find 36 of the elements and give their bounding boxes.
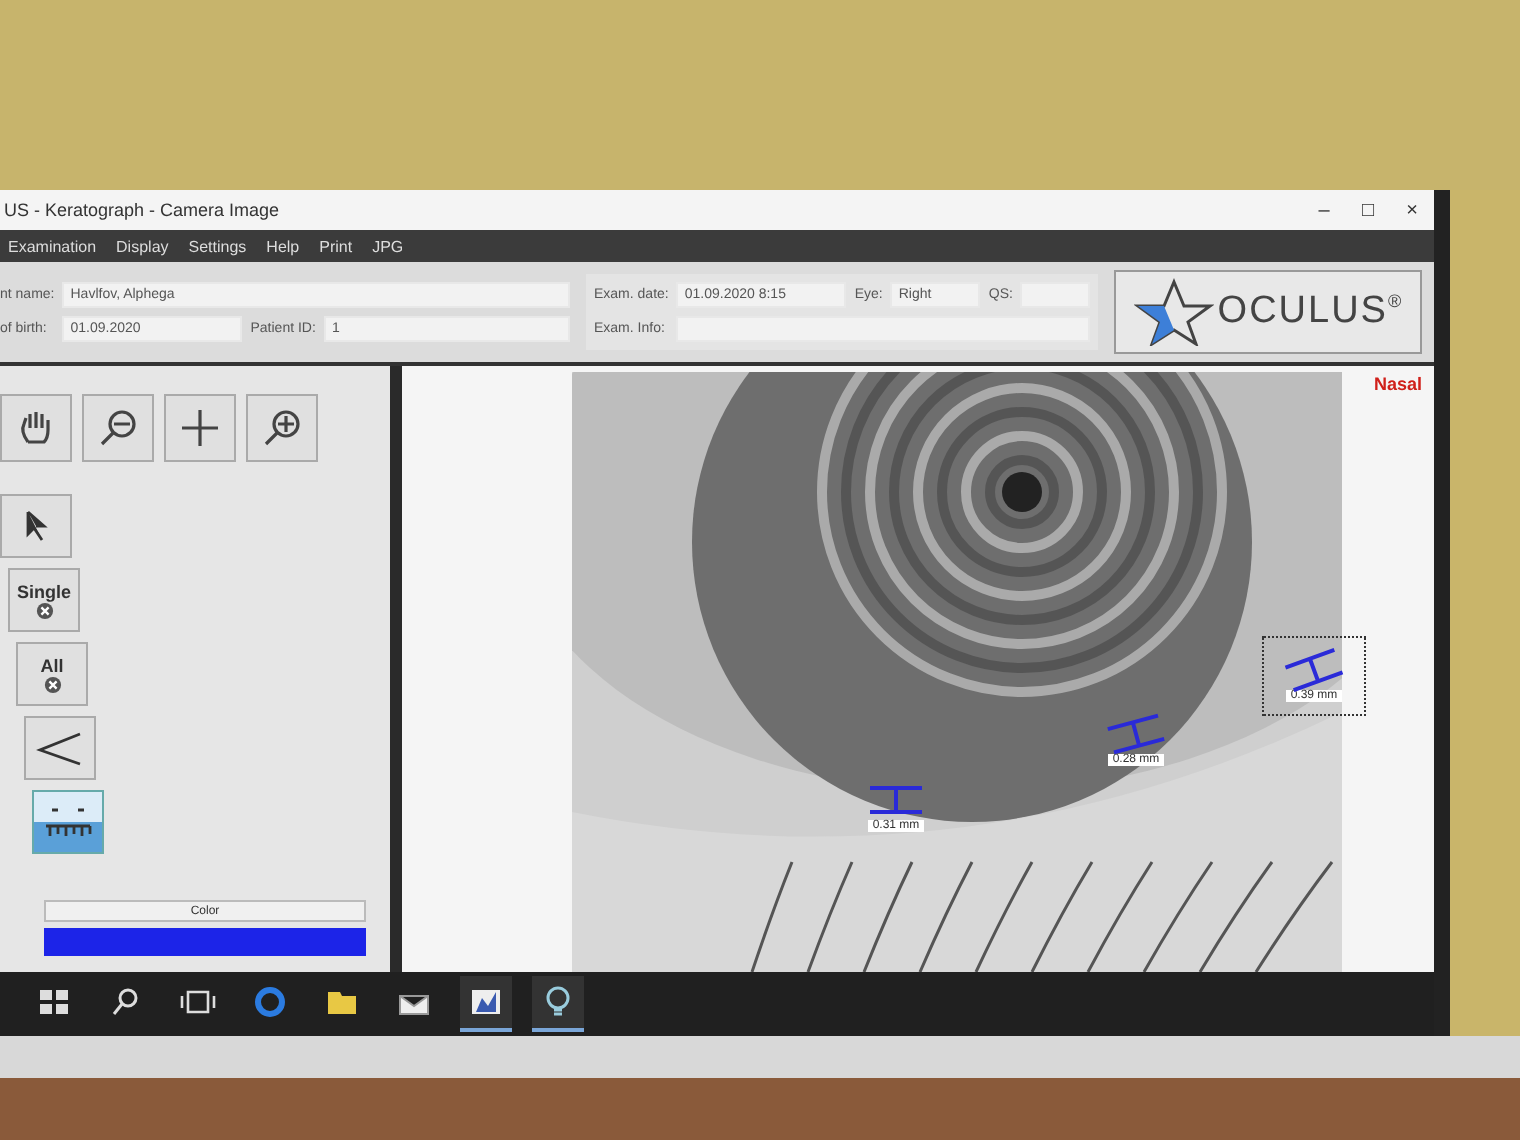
pointer-button[interactable]	[0, 494, 72, 558]
menu-item[interactable]: Help	[266, 237, 300, 255]
side-label: Nasal	[1373, 374, 1422, 394]
zoom-in-icon	[260, 406, 304, 450]
zoom-out-icon	[96, 406, 140, 450]
star-logo-icon	[1133, 278, 1214, 346]
task-view-icon	[180, 986, 216, 1018]
folder-icon	[324, 986, 360, 1018]
zoom-out-button[interactable]	[82, 394, 154, 462]
taskbar-button[interactable]	[460, 976, 512, 1032]
zoom-in-button[interactable]	[246, 394, 318, 462]
window-control-button[interactable]: ×	[1390, 199, 1434, 221]
delete-button[interactable]: Single	[8, 568, 80, 632]
windows-icon	[36, 986, 72, 1018]
window-control-button[interactable]: □	[1346, 199, 1390, 221]
ruler-button[interactable]	[32, 790, 104, 854]
crosshair-icon	[178, 406, 222, 450]
chart-icon	[468, 986, 504, 1018]
menu-item[interactable]: Settings	[188, 237, 247, 255]
color-swatch[interactable]	[44, 928, 366, 956]
window-title: US - Keratograph - Camera Image	[4, 200, 280, 220]
menu-item[interactable]: Display	[116, 237, 169, 255]
menu-item[interactable]: Examination	[8, 237, 97, 255]
pan-button[interactable]	[0, 394, 72, 462]
taskbar-button[interactable]	[532, 976, 584, 1032]
delete-button[interactable]: All	[16, 642, 88, 706]
caliper-icon	[866, 780, 926, 820]
delete-icon	[35, 601, 53, 619]
menu-item[interactable]: JPG	[372, 237, 404, 255]
angle-button[interactable]	[24, 716, 96, 780]
logo-text: OCULUS$^{®}$	[1217, 290, 1404, 334]
delete-icon	[43, 675, 61, 693]
browser-icon	[252, 986, 288, 1018]
menu-item[interactable]: Print	[319, 237, 353, 255]
window-control-button[interactable]: –	[1302, 199, 1346, 221]
crosshair-button[interactable]	[164, 394, 236, 462]
